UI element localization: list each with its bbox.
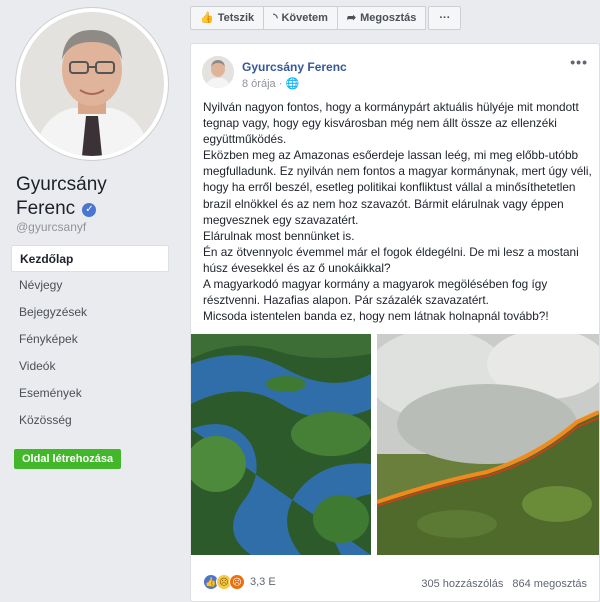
- post-author-name[interactable]: Gyurcsány Ferenc: [242, 60, 347, 74]
- reactions-count: 3,3 E: [250, 576, 276, 588]
- nav-item-posts[interactable]: Bejegyzések: [11, 299, 169, 326]
- post-meta: 8 órája · 🌐: [242, 77, 299, 90]
- post-paragraph: A magyarkodó magyar kormány a magyarok m…: [203, 277, 548, 308]
- like-label: Tetszik: [217, 12, 255, 24]
- verified-badge-icon: ✓: [82, 203, 97, 217]
- nav-item-photos[interactable]: Fényképek: [11, 326, 169, 353]
- thumbs-up-icon: 👍: [200, 12, 214, 24]
- share-arrow-icon: ➦: [346, 12, 357, 24]
- shares-count-link[interactable]: 864 megosztás: [512, 578, 587, 590]
- follow-button[interactable]: ◝ Követem: [263, 6, 338, 30]
- post-timestamp[interactable]: 8 órája: [242, 78, 276, 90]
- comments-count-link[interactable]: 305 hozzászólás: [421, 578, 503, 590]
- post-stats: 305 hozzászólás 864 megosztás: [415, 578, 587, 590]
- post-paragraph: Micsoda istentelen banda ez, hogy nem lá…: [203, 309, 549, 324]
- reactions-summary[interactable]: 👍 ☹ ☹ 3,3 E: [203, 574, 276, 590]
- post-paragraph: Nyilván nagyon fontos, hogy a kormánypár…: [203, 100, 579, 147]
- globe-icon: 🌐: [285, 78, 300, 90]
- post-paragraph: Eközben meg az Amazonas esőerdeje lassan…: [203, 148, 592, 227]
- nav-item-about[interactable]: Névjegy: [11, 272, 169, 299]
- page-name[interactable]: Gyurcsány Ferenc ✓: [16, 173, 166, 221]
- left-sidebar: Gyurcsány Ferenc ✓ @gyurcsanyf Kezdőlap …: [0, 0, 180, 602]
- profile-photo: [20, 12, 164, 156]
- create-page-button[interactable]: Oldal létrehozása: [14, 449, 122, 469]
- nav-item-events[interactable]: Események: [11, 380, 169, 407]
- rss-icon: ◝: [273, 12, 278, 24]
- more-actions-button[interactable]: ···: [428, 6, 462, 30]
- post-paragraph: Elárulnak most bennünket is.: [203, 228, 355, 243]
- post-text: Nyilván nagyon fontos, hogy a kormánypár…: [203, 99, 598, 324]
- page-name-line1: Gyurcsány: [16, 174, 107, 195]
- nav-item-home[interactable]: Kezdőlap: [11, 245, 169, 272]
- share-button[interactable]: ➦ Megosztás: [336, 6, 427, 30]
- page-action-bar: 👍 Tetszik ◝ Követem ➦ Megosztás ···: [190, 6, 462, 30]
- post-photo-fire[interactable]: [377, 334, 599, 555]
- page-name-line2: Ferenc: [16, 198, 76, 219]
- post-photo-river[interactable]: [191, 334, 371, 555]
- post-card: Gyurcsány Ferenc 8 órája · 🌐 ••• Nyilván…: [190, 43, 600, 602]
- post-paragraph: Én az ötvennyolc évemmel már el fogok él…: [203, 244, 579, 275]
- follow-label: Követem: [281, 12, 328, 24]
- angry-reaction-icon: ☹: [229, 574, 245, 590]
- share-label: Megosztás: [360, 12, 417, 24]
- post-author-avatar[interactable]: [202, 56, 234, 88]
- nav-item-community[interactable]: Közösség: [11, 407, 169, 434]
- profile-picture[interactable]: [16, 8, 168, 160]
- page-nav: Kezdőlap Névjegy Bejegyzések Fényképek V…: [11, 245, 169, 434]
- nav-item-videos[interactable]: Videók: [11, 353, 169, 380]
- page-handle: @gyurcsanyf: [16, 220, 87, 234]
- post-options-button[interactable]: •••: [570, 54, 588, 70]
- like-page-button[interactable]: 👍 Tetszik: [190, 6, 265, 30]
